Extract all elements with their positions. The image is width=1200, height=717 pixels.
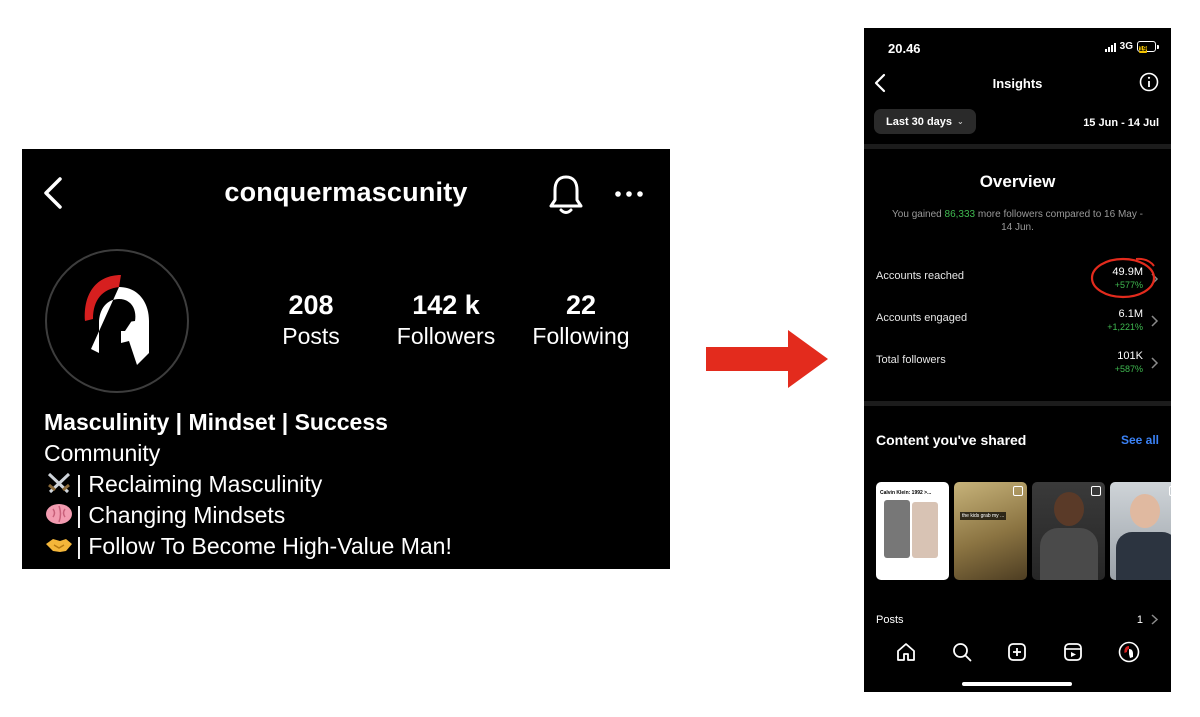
bell-icon[interactable] (546, 173, 586, 217)
overview-summary-suffix: more followers compared to 16 May - 14 J… (975, 209, 1143, 233)
bio-line-text: | Changing Mindsets (76, 502, 286, 528)
content-thumbnails: Calvin Klein: 1992 >... the kids grab my… (876, 482, 1171, 580)
stat-posts-label: Posts (282, 323, 340, 349)
chevron-down-icon: ⌄ (957, 117, 964, 126)
signal-icon (1104, 42, 1116, 52)
chevron-right-icon (1151, 614, 1159, 625)
arrow-right-icon (706, 330, 828, 388)
battery-icon: 19 (1137, 41, 1159, 53)
bio-line: | Reclaiming Masculinity (44, 469, 654, 500)
metric-value-number: 101K (1117, 350, 1143, 362)
thumbnail-caption: the kids grab my ... (960, 512, 1007, 520)
status-time: 20.46 (888, 41, 921, 56)
section-divider (864, 401, 1171, 406)
bottom-tab-bar (864, 632, 1171, 672)
overview-title: Overview (979, 172, 1056, 191)
spartan-helmet-logo (84, 275, 149, 365)
posts-row-label: Posts (876, 614, 904, 626)
metric-label: Accounts reached (876, 270, 965, 282)
more-icon[interactable] (612, 179, 646, 209)
metric-accounts-engaged[interactable]: Accounts engaged 6.1M +1,221% (876, 308, 1159, 338)
bio-name: Masculinity | Mindset | Success (44, 409, 388, 435)
stat-posts[interactable]: 208 Posts (236, 289, 386, 351)
date-range-dropdown[interactable]: Last 30 days ⌄ (874, 109, 976, 134)
highlight-circle-annotation (1090, 257, 1156, 299)
reels-icon (1013, 486, 1023, 496)
content-thumbnail[interactable]: the kids grab my ... (954, 482, 1027, 580)
insights-phone-screenshot: 20.46 3G 19 Insights Last 30 days ⌄ 15 J… (864, 28, 1171, 692)
content-thumbnail[interactable]: Calvin Klein: 1992 >... (876, 482, 949, 580)
stat-followers-value: 142 k (412, 290, 480, 320)
thumbnail-caption: Calvin Klein: 1992 >... (880, 490, 932, 496)
bio-category: Community (44, 440, 161, 466)
create-icon[interactable] (1006, 641, 1028, 663)
reels-icon (1091, 486, 1101, 496)
reels-icon[interactable] (1062, 641, 1084, 663)
brain-icon (46, 504, 72, 524)
chevron-right-icon (1151, 315, 1159, 327)
posts-row-value: 1 (1136, 614, 1143, 626)
followers-gained-value: 86,333 (944, 209, 976, 220)
bio-line: | Changing Mindsets (44, 500, 654, 531)
metric-value: 6.1M +1,221% (1107, 308, 1143, 334)
section-divider (864, 144, 1171, 149)
metric-value-number: 6.1M (1118, 308, 1143, 320)
search-icon[interactable] (951, 641, 973, 663)
metric-change: +1,221% (1107, 322, 1143, 332)
stat-followers[interactable]: 142 k Followers (371, 289, 521, 351)
stat-followers-label: Followers (396, 323, 496, 349)
stat-following-value: 22 (565, 290, 597, 320)
network-label: 3G (1119, 41, 1133, 52)
page-title: Insights (992, 76, 1043, 91)
profile-avatar-icon[interactable] (1118, 641, 1140, 663)
metric-value: 101K +587% (1115, 350, 1143, 376)
content-shared-title: Content you've shared (876, 432, 1027, 448)
profile-avatar[interactable] (45, 249, 189, 393)
overview-summary: You gained 86,333 more followers compare… (890, 208, 1145, 234)
profile-bio: Masculinity | Mindset | Success Communit… (44, 407, 654, 562)
content-thumbnail[interactable] (1032, 482, 1105, 580)
stat-following[interactable]: 22 Following (506, 289, 656, 351)
status-indicators: 3G 19 (1104, 41, 1159, 53)
date-range-dropdown-label: Last 30 days (886, 115, 953, 128)
content-thumbnail[interactable] (1110, 482, 1171, 580)
bio-line-text: | Reclaiming Masculinity (76, 471, 323, 497)
metric-change: +587% (1114, 364, 1143, 374)
home-indicator (962, 682, 1072, 686)
crossed-swords-icon (47, 472, 71, 494)
overview-summary-prefix: You gained (892, 209, 945, 220)
stat-following-label: Following (532, 323, 630, 349)
home-icon[interactable] (895, 641, 917, 663)
chevron-right-icon (1151, 357, 1159, 369)
info-icon[interactable] (1139, 72, 1159, 92)
handshake-icon (46, 539, 72, 552)
metric-label: Accounts engaged (876, 312, 968, 324)
metric-label: Total followers (876, 354, 946, 366)
date-range-text: 15 Jun - 14 Jul (1083, 117, 1159, 129)
profile-screenshot: conquermascunity 208 Posts 142 k Followe… (22, 149, 670, 569)
posts-row[interactable]: Posts 1 (876, 614, 1159, 626)
see-all-link[interactable]: See all (1121, 433, 1159, 447)
bio-line-text: | Follow To Become High-Value Man! (76, 533, 452, 559)
bio-line: | Follow To Become High-Value Man! (44, 531, 654, 562)
stat-posts-value: 208 (288, 290, 334, 320)
metric-total-followers[interactable]: Total followers 101K +587% (876, 350, 1159, 380)
reels-icon (1169, 486, 1171, 496)
battery-level: 19 (1139, 46, 1147, 53)
